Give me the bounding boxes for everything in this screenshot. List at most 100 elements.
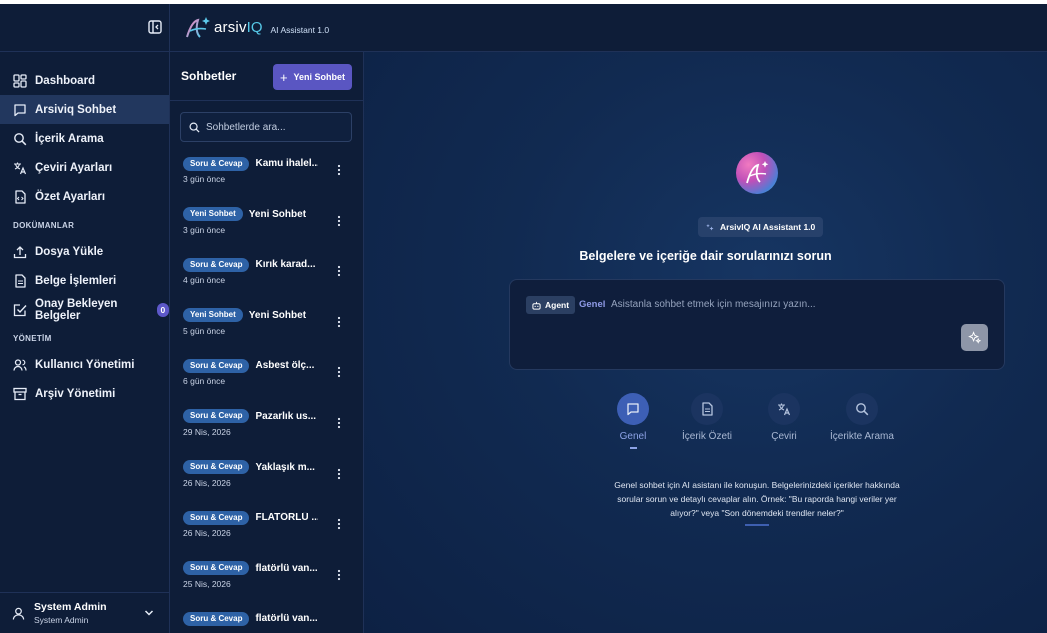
sparkle-send-icon [968, 331, 981, 344]
sidebar-item-arsiviq-sohbet[interactable]: Arsiviq Sohbet [0, 95, 169, 124]
main-nav: Dashboard Arsiviq Sohbet İçerik Arama Çe… [0, 52, 169, 408]
chat-type-tag: Soru & Cevap [183, 257, 250, 272]
agent-toggle[interactable]: Agent [526, 296, 576, 314]
translate-icon [778, 403, 791, 416]
app-version-label: AI Assistant 1.0 [270, 24, 330, 35]
chat-list-header: Sohbetler + Yeni Sohbet [170, 52, 363, 101]
search-icon [856, 403, 869, 416]
chat-date: 25 Nis, 2026 [183, 578, 231, 589]
mode-description: Genel sohbet için AI asistanı ile konuşu… [614, 480, 900, 518]
chat-type-tag: Soru & Cevap [183, 611, 250, 626]
section-dokumanlar: DOKÜMANLAR [13, 221, 75, 230]
chat-title: Pazarlık us... [255, 410, 317, 422]
chat-type-tag: Yeni Sohbet [183, 308, 243, 323]
mode-label: İçerik Özeti [682, 431, 733, 442]
chat-list-item[interactable]: Soru & Cevap flatörlü van... [170, 610, 363, 633]
chat-icon [627, 403, 639, 416]
app-logo[interactable]: arsiv IQ AI Assistant 1.0 [184, 15, 329, 41]
description-underline [745, 524, 769, 526]
mode-genel[interactable]: Genel [617, 393, 649, 449]
prompt-box[interactable]: Agent Genel [509, 279, 1005, 370]
chat-date: 3 gün önce [183, 224, 226, 235]
more-options-icon[interactable] [337, 265, 341, 277]
chat-list-item[interactable]: Soru & Cevap Asbest ölç... 6 gün önce [170, 357, 363, 408]
sidebar-item-label: Dosya Yükle [35, 245, 104, 258]
sidebar-item-arsiv-yonetimi[interactable]: Arşiv Yönetimi [0, 379, 169, 408]
sidebar-item-label: Arşiv Yönetimi [35, 387, 116, 400]
mode-icerikte-arama[interactable]: İçerikte Arama [830, 393, 894, 442]
chat-search-wrap [170, 101, 363, 142]
logo-word: arsiv [214, 19, 247, 36]
search-icon [189, 122, 200, 133]
chevron-down-icon[interactable] [144, 608, 154, 618]
sparkle-icon [706, 224, 714, 231]
chat-list-item[interactable]: Soru & Cevap Kamu ihalel... 3 gün önce [170, 155, 363, 206]
chat-list-item[interactable]: Soru & Cevap Kırık karad... 4 gün önce [170, 256, 363, 307]
chat-list-panel: Sohbetler + Yeni Sohbet Soru & Cevap Kamu… [170, 52, 364, 633]
send-button[interactable] [961, 324, 988, 351]
more-options-icon[interactable] [337, 366, 341, 378]
model-badge-label: ArsivIQ AI Assistant 1.0 [720, 222, 816, 232]
chat-search-box[interactable] [180, 112, 352, 142]
arsiviq-logo-icon [186, 16, 210, 38]
user-role: System Admin [34, 615, 89, 625]
sidebar-item-dashboard[interactable]: Dashboard [0, 66, 169, 95]
chat-date: 4 gün önce [183, 275, 226, 286]
more-options-icon[interactable] [337, 164, 341, 176]
chat-search-input[interactable] [206, 121, 346, 133]
dashboard-icon [13, 73, 27, 88]
more-options-icon[interactable] [337, 316, 341, 328]
chat-list-item[interactable]: Soru & Cevap Pazarlık us... 29 Nis, 2026 [170, 408, 363, 459]
chat-list-title: Sohbetler [181, 69, 237, 83]
sidebar-collapse-icon[interactable] [148, 20, 162, 34]
sidebar-item-ceviri-ayarlari[interactable]: Çeviri Ayarları [0, 153, 169, 182]
sidebar-item-label: Özet Ayarları [35, 190, 106, 203]
sidebar-item-belge-islemleri[interactable]: Belge İşlemleri [0, 266, 169, 295]
mode-ceviri[interactable]: Çeviri [768, 393, 800, 442]
chat-title: Yeni Sohbet [248, 208, 307, 220]
chat-title: FLATÖRLÜ ... [255, 512, 319, 524]
mode-icon-wrap [691, 393, 723, 425]
chat-date: 29 Nis, 2026 [183, 426, 231, 437]
user-menu[interactable]: System Admin System Admin [0, 592, 170, 633]
sidebar-item-label: İçerik Arama [35, 132, 104, 145]
chat-list-item[interactable]: Yeni Sohbet Yeni Sohbet 5 gün önce [170, 307, 363, 358]
more-options-icon[interactable] [337, 417, 341, 429]
chat-date: 26 Nis, 2026 [183, 477, 231, 488]
upload-icon [13, 245, 27, 258]
sidebar-item-label: Kullanıcı Yönetimi [35, 358, 135, 371]
chat-main-area: ArsivIQ AI Assistant 1.0 Belgelere ve iç… [364, 52, 1047, 633]
more-options-icon[interactable] [337, 215, 341, 227]
approval-icon [13, 303, 27, 316]
more-options-icon[interactable] [337, 569, 341, 581]
sidebar-header [0, 4, 169, 52]
chat-date: 6 gün önce [183, 376, 226, 387]
sidebar-item-onay-bekleyen-belgeler[interactable]: Onay Bekleyen Belgeler 0 [0, 295, 169, 324]
chat-list-item[interactable]: Soru & Cevap flatörlü van... 25 Nis, 2026 [170, 560, 363, 611]
new-chat-button[interactable]: + Yeni Sohbet [273, 64, 352, 90]
chat-list-item[interactable]: Soru & Cevap Yaklaşık m... 26 Nis, 2026 [170, 459, 363, 510]
chat-list: Soru & Cevap Kamu ihalel... 3 gün önce Ye… [170, 155, 363, 633]
logo-iq: IQ [246, 19, 263, 36]
sidebar-item-ozet-ayarlari[interactable]: Özet Ayarları [0, 182, 169, 211]
user-icon [12, 607, 25, 620]
message-input[interactable] [611, 295, 971, 313]
search-icon [14, 132, 27, 145]
app-header: arsiv IQ AI Assistant 1.0 [170, 4, 1047, 52]
chat-title: Yaklaşık m... [255, 461, 315, 473]
more-options-icon[interactable] [337, 518, 341, 530]
sidebar-item-kullanici-yonetimi[interactable]: Kullanıcı Yönetimi [0, 350, 169, 379]
user-name: System Admin [34, 601, 107, 613]
mode-icerik-ozeti[interactable]: İçerik Özeti [682, 393, 732, 442]
sidebar-item-dosya-yukle[interactable]: Dosya Yükle [0, 237, 169, 266]
chat-type-tag: Soru & Cevap [183, 460, 250, 475]
chat-list-item[interactable]: Soru & Cevap FLATÖRLÜ ... 26 Nis, 2026 [170, 509, 363, 560]
sidebar-item-icerik-arama[interactable]: İçerik Arama [0, 124, 169, 153]
more-options-icon[interactable] [337, 468, 341, 480]
chat-type-tag: Soru & Cevap [183, 510, 250, 525]
robot-icon [532, 301, 541, 310]
archive-icon [13, 387, 27, 400]
sidebar-item-label: Dashboard [35, 74, 96, 87]
current-mode-label: Genel [579, 299, 606, 310]
chat-list-item[interactable]: Yeni Sohbet Yeni Sohbet 3 gün önce [170, 206, 363, 257]
